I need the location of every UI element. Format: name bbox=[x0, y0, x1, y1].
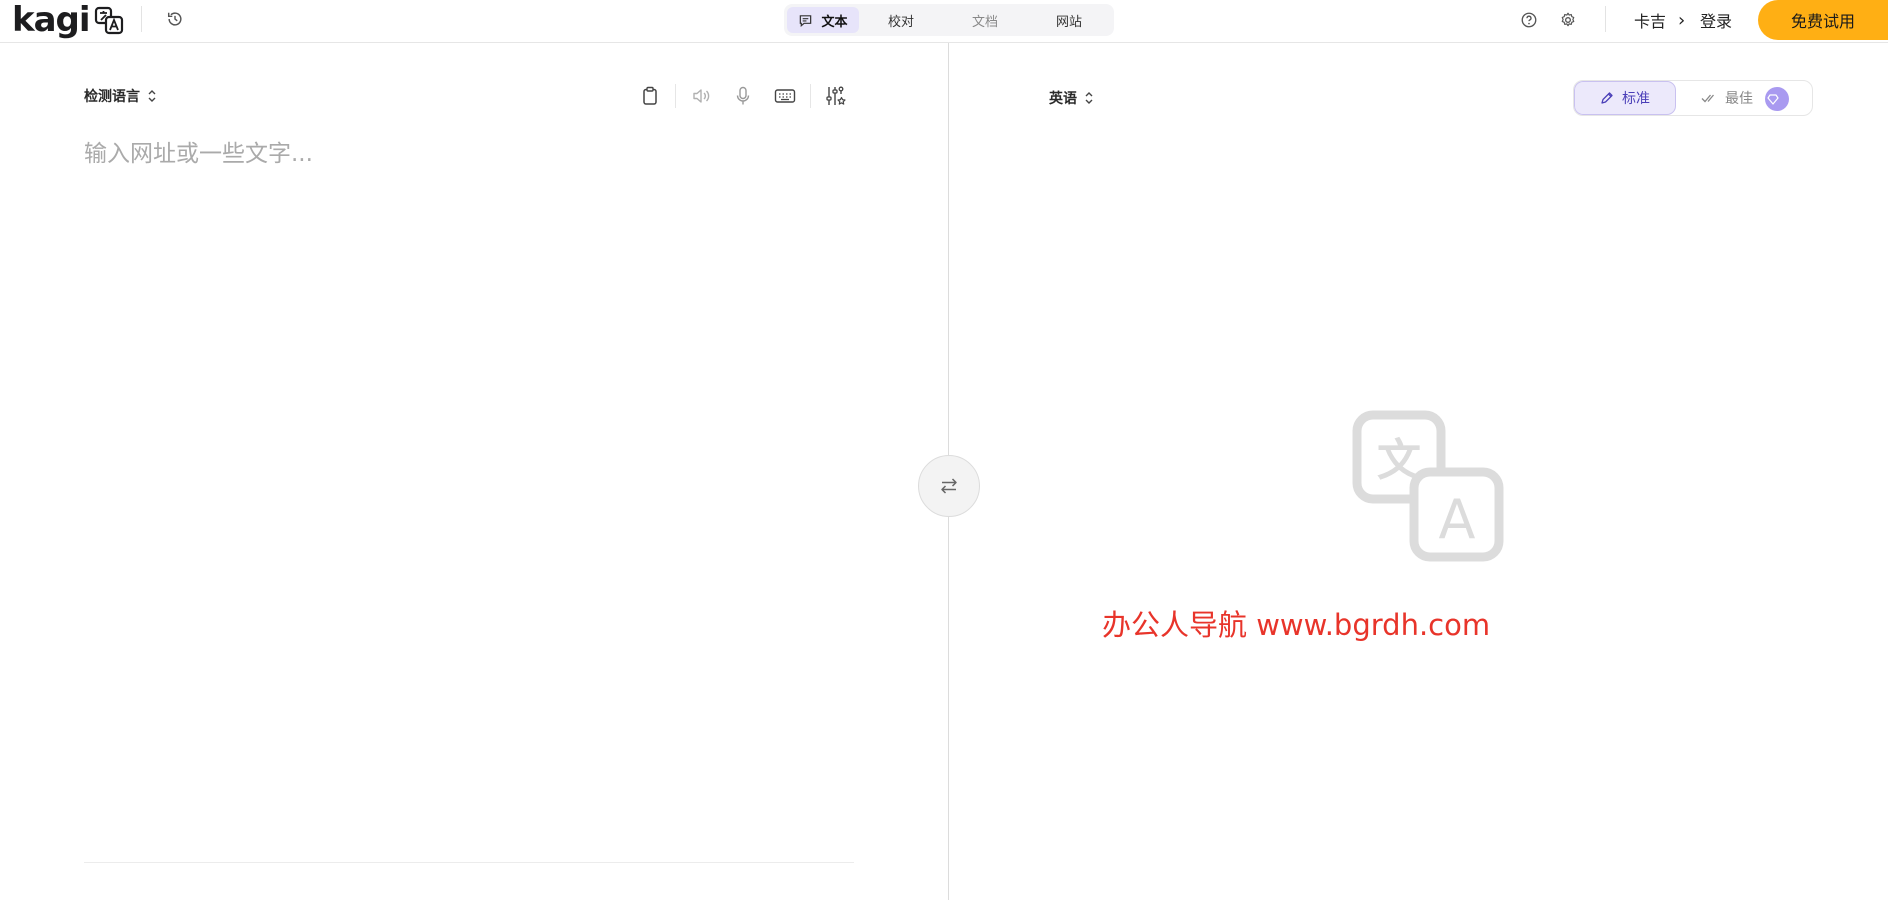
quality-toggle: 标准 最佳 bbox=[1573, 80, 1813, 116]
clipboard-icon bbox=[643, 86, 657, 105]
keyboard-icon bbox=[774, 89, 796, 103]
kagi-logo[interactable]: kagi bbox=[12, 0, 124, 40]
translate-icon: 文 A bbox=[1352, 410, 1504, 562]
quality-best-label: 最佳 bbox=[1725, 91, 1753, 107]
quality-best-option[interactable]: 最佳 bbox=[1676, 81, 1812, 115]
speaker-icon bbox=[693, 89, 710, 103]
help-icon bbox=[1521, 12, 1537, 28]
login-label: 登录 bbox=[1700, 12, 1733, 31]
tab-proofread-label: 校对 bbox=[887, 14, 914, 30]
header-divider-right bbox=[1605, 6, 1606, 32]
sliders-icon bbox=[826, 86, 846, 105]
premium-badge bbox=[1765, 87, 1789, 111]
logo-text: kagi bbox=[12, 0, 91, 40]
breadcrumb-label: 卡吉 bbox=[1634, 12, 1667, 31]
history-icon bbox=[167, 12, 182, 26]
toolbar-divider bbox=[675, 84, 676, 108]
chat-icon bbox=[800, 14, 812, 27]
translate-logo-icon bbox=[94, 6, 123, 35]
source-language-select[interactable]: 检测语言 bbox=[84, 82, 157, 110]
swap-arrows-icon bbox=[941, 478, 957, 494]
chevron-right-icon: › bbox=[1678, 9, 1686, 31]
watermark-text: 办公人导航 www.bgrdh.com bbox=[1102, 608, 1491, 642]
breadcrumb[interactable]: 卡吉 › bbox=[1634, 0, 1685, 40]
free-trial-button[interactable]: 免费试用 bbox=[1758, 0, 1888, 40]
toolbar-divider-2 bbox=[810, 84, 811, 108]
svg-text:文: 文 bbox=[1377, 435, 1421, 486]
header-divider bbox=[141, 6, 142, 32]
tab-text[interactable]: 文本 bbox=[787, 7, 859, 33]
chevron-updown-icon bbox=[148, 90, 156, 102]
pen-icon bbox=[1601, 92, 1613, 104]
quality-standard-option[interactable]: 标准 bbox=[1574, 81, 1676, 115]
speak-button[interactable] bbox=[689, 84, 713, 108]
microphone-icon bbox=[736, 86, 750, 105]
double-check-icon bbox=[1701, 94, 1714, 103]
help-button[interactable] bbox=[1518, 9, 1540, 31]
tab-document[interactable]: 文档 bbox=[943, 7, 1027, 33]
mode-tabs: 文本 校对 文档 网站 bbox=[784, 4, 1114, 36]
tab-website[interactable]: 网站 bbox=[1027, 7, 1111, 33]
login-link[interactable]: 登录 bbox=[1700, 0, 1732, 40]
tab-document-label: 文档 bbox=[971, 14, 998, 30]
paste-button[interactable] bbox=[638, 84, 662, 108]
tab-text-label: 文本 bbox=[821, 14, 848, 30]
voice-input-button[interactable] bbox=[731, 84, 755, 108]
source-toolbar: 检测语言 bbox=[84, 82, 854, 110]
top-bar: kagi 文本 校对 文档 网站 卡吉 › 登录 免费试用 bbox=[0, 0, 1888, 43]
target-language-select[interactable]: 英语 bbox=[1049, 84, 1094, 112]
gear-icon bbox=[1561, 12, 1575, 27]
settings-button[interactable] bbox=[1557, 9, 1579, 31]
free-trial-label: 免费试用 bbox=[1790, 12, 1855, 31]
quality-standard-label: 标准 bbox=[1622, 91, 1650, 107]
tab-proofread[interactable]: 校对 bbox=[859, 7, 943, 33]
source-footer-line bbox=[84, 862, 854, 863]
tab-website-label: 网站 bbox=[1055, 14, 1082, 30]
source-language-label: 检测语言 bbox=[84, 89, 140, 105]
target-language-label: 英语 bbox=[1049, 91, 1077, 107]
source-text-input[interactable] bbox=[84, 134, 854, 854]
swap-languages-button[interactable] bbox=[918, 455, 980, 517]
keyboard-button[interactable] bbox=[772, 84, 798, 108]
options-button[interactable] bbox=[824, 84, 848, 108]
gem-icon bbox=[1767, 93, 1779, 105]
history-button[interactable] bbox=[164, 8, 186, 30]
svg-text:A: A bbox=[1439, 488, 1476, 551]
chevron-updown-icon bbox=[1085, 92, 1093, 104]
